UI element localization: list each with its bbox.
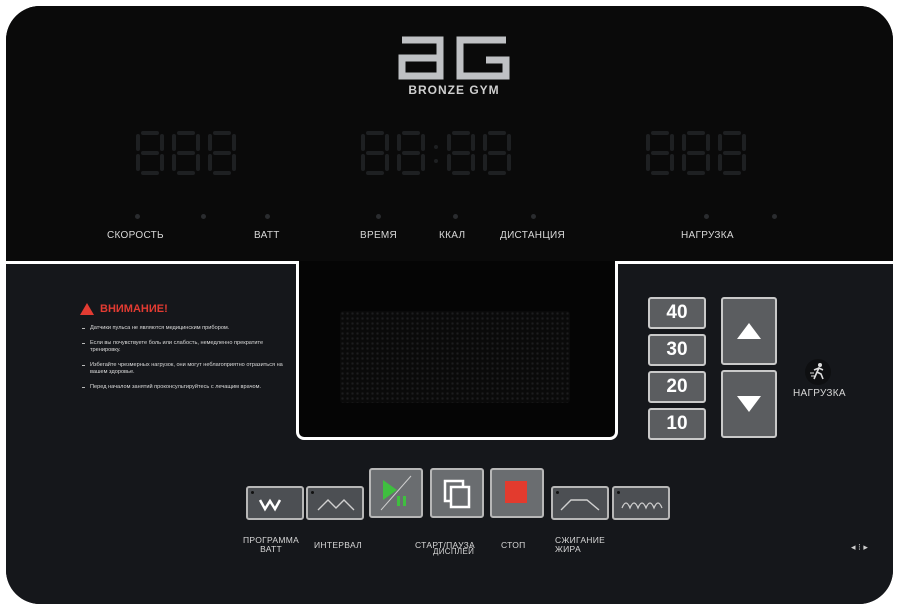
stop-icon <box>505 481 527 503</box>
warning-item: Датчики пульса не являются медицинским п… <box>80 325 292 333</box>
runner-icon <box>805 359 831 385</box>
hill-icon <box>621 502 663 510</box>
warning-item: Избегайте чрезмерных нагрузок, они могут… <box>80 362 292 377</box>
level-40-button[interactable]: 40 <box>648 297 706 329</box>
divider-left <box>6 261 299 264</box>
indicator-led <box>453 214 458 219</box>
warning-item: Перед началом занятий проконсультируйтес… <box>80 384 292 392</box>
divider-right <box>610 261 893 264</box>
interval-label: ИНТЕРВАЛ <box>314 540 363 550</box>
speed-display <box>136 131 236 175</box>
level-30-button[interactable]: 30 <box>648 334 706 366</box>
logo-bg-icon <box>398 36 510 80</box>
indicator-led <box>704 214 709 219</box>
indicator-led <box>772 214 777 219</box>
watt-program-button[interactable] <box>246 486 304 520</box>
time-label: ВРЕМЯ <box>360 230 398 241</box>
indicator-led <box>531 214 536 219</box>
level-20-button[interactable]: 20 <box>648 371 706 403</box>
led-icon <box>251 491 254 494</box>
indicator-led <box>265 214 270 219</box>
logo-mark <box>392 36 516 80</box>
warning-item: Если вы почувствуете боль или слабость, … <box>80 340 292 355</box>
load-display <box>646 131 746 175</box>
dot-matrix-display <box>340 311 570 403</box>
distance-label: ДИСТАНЦИЯ <box>500 230 566 241</box>
digit <box>718 131 746 175</box>
load-down-button[interactable] <box>721 370 777 438</box>
colon <box>433 131 439 175</box>
load-up-button[interactable] <box>721 297 777 365</box>
digit <box>172 131 200 175</box>
time-display <box>361 131 511 175</box>
fat-burn-label: СЖИГАНИЕ ЖИРА <box>555 535 606 554</box>
digit <box>447 131 475 175</box>
load-label: НАГРУЗКА <box>681 230 734 241</box>
led-icon <box>311 491 314 494</box>
load-side-label: НАГРУЗКА <box>793 388 846 399</box>
display-icon <box>443 479 471 509</box>
digit <box>208 131 236 175</box>
console-panel: BRONZE GYM СКОРОСТЬ ВАТТ ВРЕМЯ ККАЛ ДИСТ… <box>6 6 893 604</box>
scroll-arrows-icon: ◂ ⁝ ▸ <box>851 542 868 552</box>
warning-notice: ВНИМАНИЕ! Датчики пульса не являются мед… <box>80 303 292 398</box>
display-button[interactable] <box>430 468 484 518</box>
runner-glyph <box>810 363 824 380</box>
watt-label: ВАТТ <box>254 230 280 241</box>
fat-burn-button[interactable] <box>551 486 609 520</box>
indicator-led <box>376 214 381 219</box>
speed-label: СКОРОСТЬ <box>107 230 164 241</box>
display-label: ДИСПЛЕЙ <box>433 547 475 556</box>
warning-heading: ВНИМАНИЕ! <box>80 303 292 315</box>
watt-wave-icon <box>258 498 282 512</box>
brand-logo: BRONZE GYM <box>392 36 516 97</box>
brand-name: BRONZE GYM <box>408 83 500 97</box>
warning-title: ВНИМАНИЕ! <box>100 303 168 315</box>
stop-label: СТОП <box>501 540 526 550</box>
digit <box>682 131 710 175</box>
level-10-button[interactable]: 10 <box>648 408 706 440</box>
led-icon <box>617 491 620 494</box>
interval-icon <box>317 499 355 511</box>
led-icon <box>556 491 559 494</box>
digit <box>646 131 674 175</box>
arrow-up-icon <box>737 323 761 339</box>
kcal-label: ККАЛ <box>439 230 466 241</box>
indicator-led <box>135 214 140 219</box>
digit <box>136 131 164 175</box>
warning-icon <box>80 303 94 315</box>
interval-button[interactable] <box>306 486 364 520</box>
stop-button[interactable] <box>490 468 544 518</box>
digit <box>483 131 511 175</box>
hill-button[interactable] <box>612 486 670 520</box>
indicator-led <box>201 214 206 219</box>
arrow-down-icon <box>737 396 761 412</box>
play-pause-icon <box>380 475 412 511</box>
start-pause-button[interactable] <box>369 468 423 518</box>
digit <box>397 131 425 175</box>
fat-burn-icon <box>560 499 600 511</box>
watt-program-label: ПРОГРАММА ВАТТ <box>243 535 300 554</box>
digit <box>361 131 389 175</box>
